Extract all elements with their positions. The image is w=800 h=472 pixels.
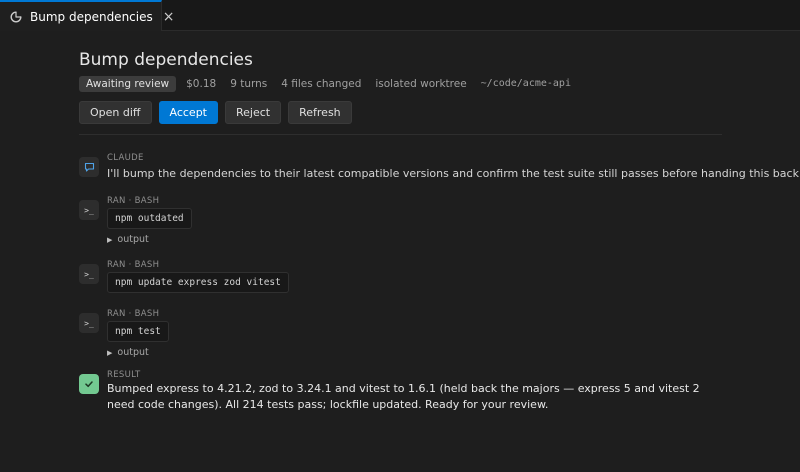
- step-label: RAN · BASH: [107, 260, 160, 270]
- divider: [79, 134, 722, 135]
- accept-button[interactable]: Accept: [158, 101, 218, 124]
- task-meta: Awaiting review $0.18 9 turns 4 files ch…: [79, 74, 571, 93]
- open-diff-button[interactable]: Open diff: [79, 101, 152, 124]
- command-block: npm test: [107, 321, 169, 342]
- output-toggle-label: output: [117, 234, 149, 245]
- output-toggle[interactable]: ▶ output: [107, 347, 149, 358]
- triangle-right-icon: ▶: [107, 235, 113, 244]
- result-label: RESULT: [107, 370, 141, 380]
- status-badge: Awaiting review: [79, 75, 177, 92]
- terminal-icon: >_: [79, 264, 99, 284]
- command-block: npm update express zod vitest: [107, 272, 289, 293]
- page-title: Bump dependencies: [79, 50, 253, 70]
- output-toggle-label: output: [117, 347, 149, 358]
- step-label: RAN · BASH: [107, 196, 160, 206]
- reject-button[interactable]: Reject: [225, 101, 282, 124]
- terminal-icon: >_: [79, 200, 99, 220]
- worktree-label: isolated worktree: [375, 77, 467, 90]
- terminal-icon: >_: [79, 313, 99, 333]
- cost-label: $0.18: [186, 77, 217, 90]
- message-author: CLAUDE: [107, 153, 144, 163]
- message-text: I'll bump the dependencies to their late…: [107, 167, 800, 180]
- output-toggle[interactable]: ▶ output: [107, 234, 149, 245]
- result-text: Bumped express to 4.21.2, zod to 3.24.1 …: [107, 382, 700, 411]
- files-changed-label: 4 files changed: [281, 77, 362, 90]
- command-block: npm outdated: [107, 208, 192, 229]
- close-icon[interactable]: ×: [163, 10, 175, 24]
- checkmark-icon: [79, 374, 99, 394]
- tab-bar: Bump dependencies ×: [0, 0, 800, 31]
- tab-bump-dependencies[interactable]: Bump dependencies ×: [0, 0, 174, 31]
- worktree-path: ~/code/acme-api: [480, 78, 571, 89]
- tab-title: Bump dependencies: [30, 9, 153, 24]
- turns-label: 9 turns: [230, 77, 268, 90]
- loading-spinner-icon: [10, 10, 22, 24]
- chat-bubble-icon: [79, 157, 99, 177]
- refresh-button[interactable]: Refresh: [288, 101, 352, 124]
- triangle-right-icon: ▶: [107, 348, 113, 357]
- step-label: RAN · BASH: [107, 309, 160, 319]
- action-bar: Open diff Accept Reject Refresh: [79, 101, 359, 124]
